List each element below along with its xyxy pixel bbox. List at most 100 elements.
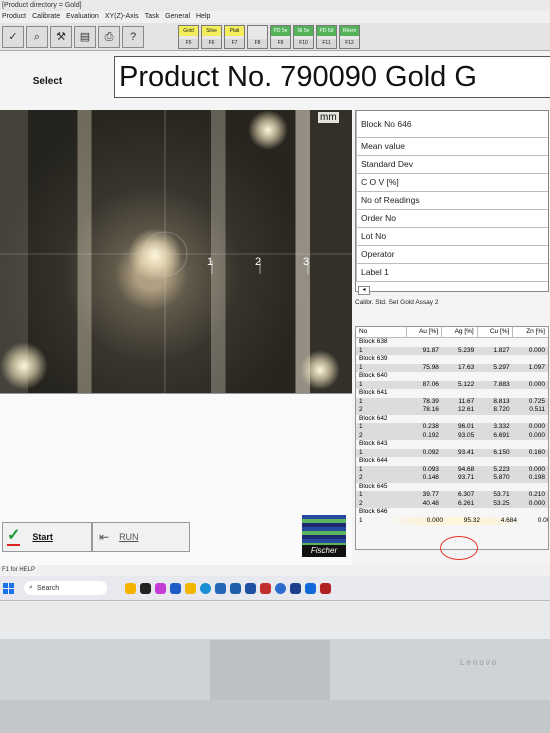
table-cell: 0.093 [422, 465, 439, 473]
scroll-left-icon[interactable]: ◂ [358, 286, 370, 295]
table-row[interactable]: 1 87.06 5.122 7.883 0.000 [356, 380, 548, 389]
start-button[interactable]: ✓ Start [2, 522, 92, 552]
table-cell: 0.000 [528, 423, 546, 430]
menu-item-product[interactable]: Product [2, 11, 26, 23]
table-row[interactable]: 1 91.87 5.239 1.827 0.000 [356, 346, 548, 355]
app-icon[interactable] [290, 582, 301, 594]
menu-item-xy-z-axis[interactable]: XY(Z)-Axis [105, 11, 139, 23]
fkey-f8[interactable]: F8 [247, 24, 268, 49]
column-header[interactable]: Ag [%] [441, 327, 477, 337]
windows-start-icon[interactable] [3, 582, 14, 594]
app-icon[interactable] [320, 582, 331, 594]
table-row[interactable]: 2 40.48 6.261 53.25 0.000 [356, 499, 548, 508]
table-row[interactable]: 1 0.238 96.01 3.332 0.000 [356, 423, 548, 432]
select-button[interactable]: Select [0, 52, 95, 110]
table-cell: 0.000 [528, 465, 546, 473]
save-icon[interactable]: ▤ [74, 25, 96, 48]
menu-item-task[interactable]: Task [145, 11, 159, 23]
table-cell: 0.000 [537, 516, 548, 524]
table-row[interactable]: 1 39.77 6.307 53.71 0.210 [356, 491, 548, 500]
table-row[interactable]: 1 75.98 17.63 5.297 1.097 [356, 363, 548, 372]
check-icon[interactable]: ✓ [2, 25, 24, 48]
app-icon[interactable] [305, 582, 316, 594]
table-cell: Block 639 [359, 355, 388, 362]
app-icon[interactable] [275, 582, 286, 594]
block-row[interactable]: Block 645 [356, 483, 548, 492]
table-cell: 6.261 [458, 499, 475, 507]
table-cell: 1 [359, 397, 363, 405]
column-header[interactable]: Zn [%] [512, 327, 548, 337]
table-cell: 1.097 [528, 363, 546, 371]
menu-item-calibrate[interactable]: Calibrate [32, 11, 60, 23]
table-row[interactable]: 1 0.092 93.41 6.150 0.160 [356, 448, 548, 457]
fkey-key: F12 [340, 38, 359, 48]
product-title: Product No. 790090 Gold G [114, 56, 550, 98]
search-icon: ⌕ [29, 584, 33, 591]
fkey-f7[interactable]: Plati F7 [224, 24, 245, 49]
app-icon[interactable] [245, 582, 256, 594]
table-cell: 2 [359, 474, 363, 481]
block-row[interactable]: Block 638 [356, 338, 548, 347]
table-cell [513, 355, 548, 364]
block-row[interactable]: Block 639 [356, 355, 548, 364]
fkey-f10[interactable]: NI 5e F10 [293, 24, 314, 49]
table-row[interactable]: 2 0.148 93.71 5.870 0.198 [356, 474, 548, 483]
fkey-f11[interactable]: PD 5d F11 [316, 24, 337, 49]
taskbar-search[interactable]: ⌕ Search [24, 581, 107, 595]
info-row: Lot No [356, 228, 548, 246]
fkey-f12[interactable]: Rhem F12 [339, 24, 360, 49]
edge-icon[interactable] [200, 582, 211, 594]
print-icon[interactable]: ⎙ [98, 25, 120, 48]
block-row[interactable]: Block 646 [356, 508, 548, 517]
column-header[interactable]: No [356, 327, 406, 337]
table-row[interactable]: 1 78.39 11.67 8.813 0.725 [356, 397, 548, 406]
table-cell [407, 457, 442, 466]
fkey-group: Gold F5 Silve F6 Plati F7 F8 PD 5e F9 NI 5e F10 PD … [178, 24, 360, 49]
run-button[interactable]: ⇤ RUN [92, 522, 190, 552]
fkey-f6[interactable]: Silve F6 [201, 24, 222, 49]
scale-marker: 2 [255, 256, 262, 268]
app-icon[interactable] [230, 582, 241, 594]
table-cell: 5.223 [493, 465, 510, 473]
block-row[interactable]: Block 642 [356, 415, 548, 424]
block-row[interactable]: Block 640 [356, 372, 548, 381]
readings-table: No Au [%] Ag [%] Cu [%] Zn [%] Block 638 1 91.8… [355, 326, 549, 550]
table-row[interactable]: 1 0.000 95.32 4.684 0.000 [356, 516, 548, 525]
fkey-f5[interactable]: Gold F5 [178, 24, 199, 49]
app-icon[interactable] [185, 582, 196, 594]
unit-label: mm [318, 112, 339, 123]
column-header[interactable]: Cu [%] [476, 327, 513, 337]
table-cell: 78.16 [422, 406, 439, 413]
table-cell [513, 415, 548, 424]
table-row[interactable]: 1 0.093 94.68 5.223 0.000 [356, 465, 548, 474]
run-icon: ⇤ [99, 530, 110, 544]
fkey-label [248, 26, 267, 36]
table-row[interactable]: 2 78.16 12.61 8.720 0.511 [356, 406, 548, 415]
block-row[interactable]: Block 641 [356, 389, 548, 398]
info-row: Label 1 [356, 264, 548, 282]
menu-item-evaluation[interactable]: Evaluation [66, 11, 99, 23]
tool-icon[interactable]: ⚒ [50, 25, 72, 48]
block-row[interactable]: Block 644 [356, 457, 548, 466]
table-row[interactable]: 2 0.192 93.05 6.691 0.000 [356, 431, 548, 440]
table-cell: 2 [359, 499, 363, 507]
menu-item-general[interactable]: General [165, 11, 190, 23]
app-icon[interactable] [215, 582, 226, 594]
app-icon[interactable] [125, 582, 136, 594]
fkey-label: Plati [225, 25, 244, 36]
zoom-icon[interactable]: ⌕ [26, 25, 48, 48]
column-header[interactable]: Au [%] [405, 327, 442, 337]
app-icon[interactable] [260, 582, 271, 594]
app-icon[interactable] [155, 582, 166, 594]
fkey-f9[interactable]: PD 5e F9 [270, 24, 291, 49]
table-cell [477, 457, 512, 466]
app-icon[interactable] [170, 582, 181, 594]
table-cell: 6.691 [493, 431, 510, 439]
help-icon[interactable]: ? [122, 25, 144, 48]
table-cell: 91.87 [422, 346, 439, 354]
menu-item-help[interactable]: Help [196, 11, 210, 23]
app-icon[interactable] [140, 582, 151, 594]
table-cell: 5.122 [458, 380, 475, 388]
block-row[interactable]: Block 643 [356, 440, 548, 449]
table-cell: 2 [359, 406, 363, 413]
